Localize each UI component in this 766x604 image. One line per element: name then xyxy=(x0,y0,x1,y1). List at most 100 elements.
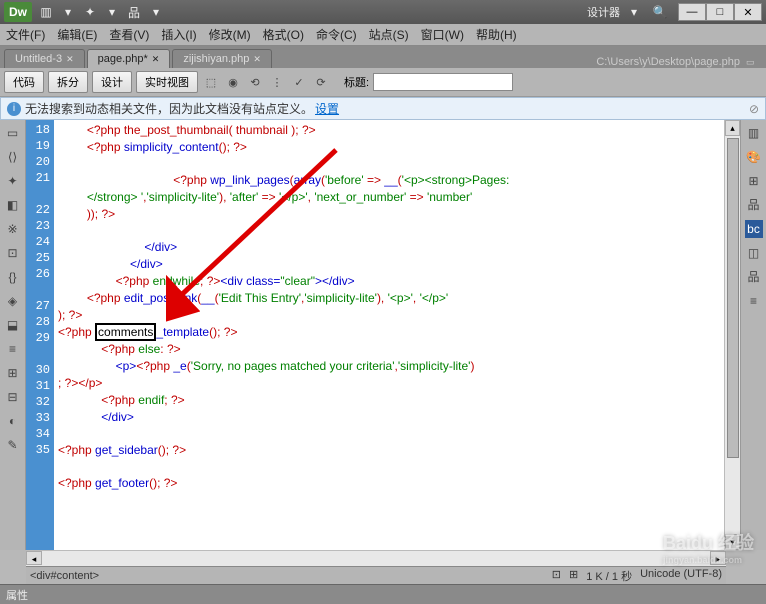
tool-icon[interactable]: ※ xyxy=(4,220,22,238)
vertical-scrollbar[interactable]: ▴ ▾ xyxy=(724,120,740,550)
close-button[interactable]: ✕ xyxy=(734,3,762,21)
maximize-button[interactable]: □ xyxy=(706,3,734,21)
document-tabs: Untitled-3 ✕ page.php* ✕ zijishiyan.php ✕ C… xyxy=(0,46,766,68)
tool-icon[interactable]: {} xyxy=(4,268,22,286)
dropdown-icon[interactable]: ▾ xyxy=(104,4,120,20)
line-numbers: 18192021 2223242526 272829 303132333435 xyxy=(26,120,54,550)
menu-site[interactable]: 站点(S) xyxy=(369,26,409,43)
scroll-down-button[interactable]: ▾ xyxy=(725,534,740,550)
menu-help[interactable]: 帮助(H) xyxy=(476,26,517,43)
tool-icon[interactable]: ◧ xyxy=(4,196,22,214)
menu-format[interactable]: 格式(O) xyxy=(263,26,304,43)
close-icon[interactable]: ✕ xyxy=(66,54,74,65)
code-area[interactable]: <?php the_post_thumbnail( thumbnail ); ?… xyxy=(54,120,724,550)
properties-label: 属性 xyxy=(6,587,28,603)
panel-icon[interactable]: ◫ xyxy=(745,244,763,262)
tool-icon[interactable]: ⊡ xyxy=(552,568,561,584)
panel-icon[interactable]: ⊞ xyxy=(745,172,763,190)
menu-view[interactable]: 查看(V) xyxy=(109,26,149,43)
code-view-button[interactable]: 代码 xyxy=(4,71,44,93)
title-bar: Dw ▥ ▾ ✦ ▾ 品 ▾ 设计器 ▾ 🔍 ― □ ✕ xyxy=(0,0,766,24)
tool-icon[interactable]: ⊞ xyxy=(569,568,578,584)
info-bar: i 无法搜索到动态相关文件，因为此文档没有站点定义。 设置 ⊘ xyxy=(0,97,766,120)
menu-insert[interactable]: 插入(I) xyxy=(161,26,196,43)
properties-panel-header[interactable]: 属性 xyxy=(0,584,766,604)
panel-icon[interactable]: 🎨 xyxy=(745,148,763,166)
scroll-left-button[interactable]: ◂ xyxy=(26,551,42,565)
tab-label: page.php* xyxy=(98,53,148,65)
menu-file[interactable]: 文件(F) xyxy=(6,26,45,43)
code-editor: ▭ ⟨⟩ ✦ ◧ ※ ⊡ {} ◈ ⬓ ≡ ⊞ ⊟ ◐ ✎ 18192021 2… xyxy=(0,120,766,550)
close-icon[interactable]: ✕ xyxy=(253,54,261,65)
preview-icon[interactable]: ◉ xyxy=(224,73,242,91)
encoding: Unicode (UTF-8) xyxy=(640,568,722,584)
tool-icon[interactable]: ≡ xyxy=(4,340,22,358)
element-path[interactable]: <div#content> xyxy=(30,570,99,582)
panel-icon[interactable]: 品 xyxy=(745,196,763,214)
panel-icon[interactable]: ▥ xyxy=(745,124,763,142)
info-message: 无法搜索到动态相关文件，因为此文档没有站点定义。 xyxy=(25,100,313,117)
panel-icon[interactable]: bc xyxy=(745,220,763,238)
tool-icon[interactable]: ⊟ xyxy=(4,388,22,406)
view-toolbar: 代码 拆分 设计 实时视图 ⬚ ◉ ⟲ ⋮ ✓ ⟳ 标题: xyxy=(0,68,766,97)
tool-icon[interactable]: ⊡ xyxy=(4,244,22,262)
tool-icon[interactable]: ✎ xyxy=(4,436,22,454)
dropdown-icon[interactable]: ▾ xyxy=(626,4,642,20)
menu-command[interactable]: 命令(C) xyxy=(316,26,357,43)
tool-icon[interactable]: ◐ xyxy=(4,412,22,430)
tab-label: Untitled-3 xyxy=(15,53,62,65)
search-icon[interactable]: 🔍 xyxy=(652,4,668,20)
minimize-button[interactable]: ― xyxy=(678,3,706,21)
tool-icon[interactable]: ⬓ xyxy=(4,316,22,334)
inspect-icon[interactable]: ⬚ xyxy=(202,73,220,91)
tool-icon[interactable]: ⊞ xyxy=(4,364,22,382)
file-size: 1 K / 1 秒 xyxy=(586,568,632,584)
tool-icon[interactable]: 品 xyxy=(126,4,142,20)
dropdown-icon[interactable]: ▾ xyxy=(148,4,164,20)
info-icon: i xyxy=(7,102,21,116)
menu-modify[interactable]: 修改(M) xyxy=(209,26,251,43)
scroll-thumb[interactable] xyxy=(727,138,739,458)
tab-zijishiyan[interactable]: zijishiyan.php ✕ xyxy=(172,49,272,68)
annotation-arrow xyxy=(166,140,366,340)
tool-icon[interactable]: ✦ xyxy=(4,172,22,190)
options-icon[interactable]: ⋮ xyxy=(268,73,286,91)
scroll-up-button[interactable]: ▴ xyxy=(725,120,740,136)
app-logo: Dw xyxy=(4,2,32,22)
tab-page-php[interactable]: page.php* ✕ xyxy=(87,49,171,68)
panel-icon[interactable]: 品 xyxy=(745,268,763,286)
workspace-label[interactable]: 设计器 xyxy=(587,4,620,20)
menu-edit[interactable]: 编辑(E) xyxy=(57,26,97,43)
split-view-button[interactable]: 拆分 xyxy=(48,71,88,93)
horizontal-scrollbar[interactable]: ◂ ▸ xyxy=(26,550,726,566)
layout-icon[interactable]: ▥ xyxy=(38,4,54,20)
info-link[interactable]: 设置 xyxy=(315,100,339,117)
tool-icon[interactable]: ✦ xyxy=(82,4,98,20)
tool-icon[interactable]: ▭ xyxy=(4,124,22,142)
nav-icon[interactable]: ⟲ xyxy=(246,73,264,91)
tool-icon[interactable]: ◈ xyxy=(4,292,22,310)
validate-icon[interactable]: ✓ xyxy=(290,73,308,91)
scroll-right-button[interactable]: ▸ xyxy=(710,551,726,565)
tab-untitled[interactable]: Untitled-3 ✕ xyxy=(4,49,85,68)
close-info-icon[interactable]: ⊘ xyxy=(749,102,759,116)
dropdown-icon[interactable]: ▾ xyxy=(60,4,76,20)
left-toolbar: ▭ ⟨⟩ ✦ ◧ ※ ⊡ {} ◈ ⬓ ≡ ⊞ ⊟ ◐ ✎ xyxy=(0,120,26,550)
menu-bar: 文件(F) 编辑(E) 查看(V) 插入(I) 修改(M) 格式(O) 命令(C… xyxy=(0,24,766,46)
title-input[interactable] xyxy=(373,73,513,91)
file-path: C:\Users\y\Desktop\page.php xyxy=(596,56,746,68)
design-view-button[interactable]: 设计 xyxy=(92,71,132,93)
panel-icon[interactable]: ≡ xyxy=(745,292,763,310)
live-view-button[interactable]: 实时视图 xyxy=(136,71,198,93)
right-toolbar: ▥ 🎨 ⊞ 品 bc ◫ 品 ≡ xyxy=(740,120,766,550)
collapse-icon[interactable]: ▭ xyxy=(746,57,762,68)
menu-window[interactable]: 窗口(W) xyxy=(421,26,464,43)
close-icon[interactable]: ✕ xyxy=(152,54,160,65)
tool-icon[interactable]: ⟨⟩ xyxy=(4,148,22,166)
status-bar: <div#content> ⊡ ⊞ 1 K / 1 秒 Unicode (UTF… xyxy=(26,566,726,584)
title-icons: ▥ ▾ ✦ ▾ 品 ▾ xyxy=(38,4,164,20)
refresh-icon[interactable]: ⟳ xyxy=(312,73,330,91)
tab-label: zijishiyan.php xyxy=(183,53,249,65)
window-buttons: ― □ ✕ xyxy=(678,3,762,21)
title-label: 标题: xyxy=(344,74,369,90)
